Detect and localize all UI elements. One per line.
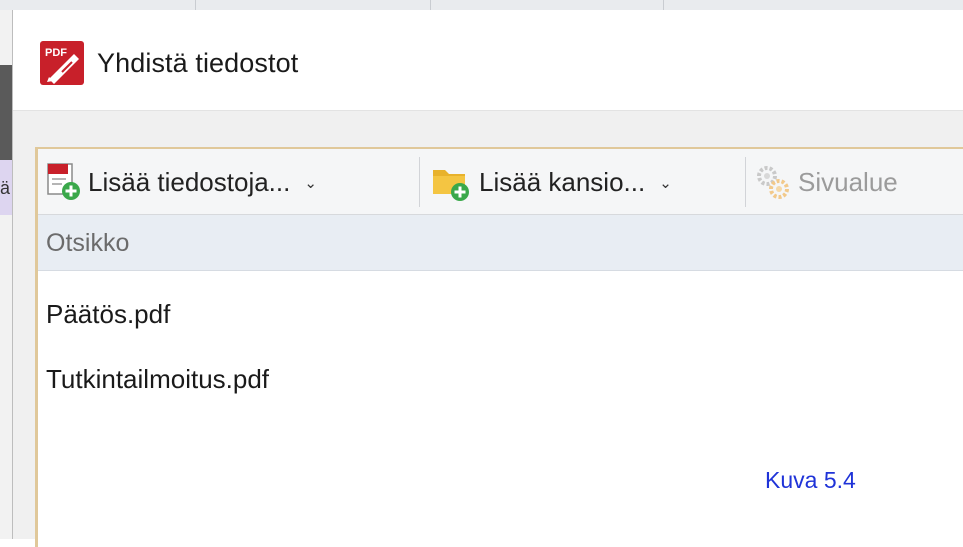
background-app-edge: ä xyxy=(0,10,12,539)
file-list-item[interactable]: Päätös.pdf xyxy=(46,299,170,330)
pdf-pen-icon: PDF xyxy=(40,41,84,85)
background-separator xyxy=(430,0,431,10)
add-folder-button[interactable]: Lisää kansio... ⌄ xyxy=(431,149,672,215)
file-list-item[interactable]: Tutkintailmoitus.pdf xyxy=(46,364,269,395)
app-icon-text: PDF xyxy=(45,47,67,59)
page-range-button[interactable]: Sivualue xyxy=(754,149,898,215)
toolbar: Lisää tiedostoja... ⌄ Lisää kansio... ⌄ xyxy=(38,149,963,215)
page-range-label: Sivualue xyxy=(798,166,898,197)
chevron-down-icon[interactable]: ⌄ xyxy=(659,174,672,192)
add-files-button[interactable]: Lisää tiedostoja... ⌄ xyxy=(46,149,317,215)
figure-caption: Kuva 5.4 xyxy=(765,467,856,493)
toolbar-separator xyxy=(419,157,420,207)
background-separator xyxy=(195,0,196,10)
dialog-title: Yhdistä tiedostot xyxy=(97,48,299,78)
pdf-add-icon xyxy=(47,163,80,200)
background-app-strip xyxy=(0,0,963,10)
background-glyph: ä xyxy=(0,178,11,198)
column-header-title[interactable]: Otsikko xyxy=(38,215,963,271)
chevron-down-icon[interactable]: ⌄ xyxy=(304,174,317,192)
merge-files-dialog: PDF Yhdistä tiedostot Lisää tiedostoja..… xyxy=(12,10,963,547)
gears-icon xyxy=(757,166,789,199)
background-separator xyxy=(663,0,664,10)
background-dark-block xyxy=(0,65,12,160)
title-bar[interactable]: PDF Yhdistä tiedostot xyxy=(13,10,963,110)
add-files-label: Lisää tiedostoja... xyxy=(88,166,291,197)
toolbar-separator xyxy=(745,157,746,207)
folder-add-icon xyxy=(433,170,469,201)
column-header-label: Otsikko xyxy=(46,229,130,257)
add-folder-label: Lisää kansio... xyxy=(479,166,646,197)
